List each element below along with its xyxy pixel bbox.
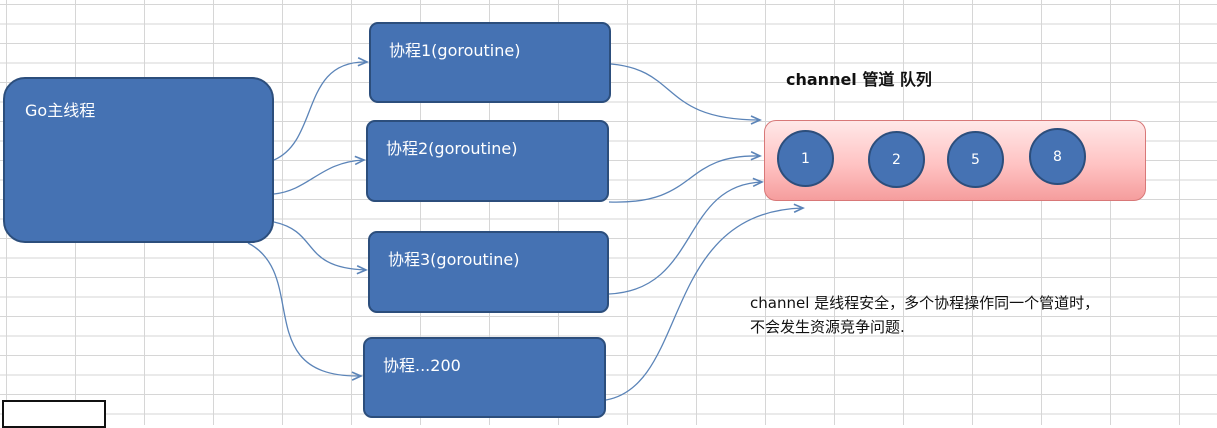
goroutine-box-3: 协程3(goroutine): [368, 231, 609, 313]
goroutine-box-1: 协程1(goroutine): [369, 22, 611, 103]
goroutine-box-200: 协程...200: [363, 337, 606, 418]
arrow-main-to-g4: [247, 242, 363, 381]
arrow-main-to-g2: [273, 155, 366, 195]
queue-item-3: 5: [947, 131, 1004, 188]
channel-queue-title: channel 管道 队列: [786, 70, 932, 89]
queue-item-1: 1: [777, 130, 834, 187]
goroutine-label: 协程1(goroutine): [389, 41, 521, 60]
arrow-main-to-g3: [273, 221, 368, 275]
arrow-main-to-g1: [273, 57, 369, 161]
note-line-1: channel 是线程安全，多个协程操作同一个管道时，: [750, 294, 1100, 312]
arrow-g2-to-channel: [608, 151, 762, 203]
thread-safety-note: channel 是线程安全，多个协程操作同一个管道时， 不会发生资源竞争问题.: [750, 291, 1099, 339]
goroutine-label: 协程...200: [383, 356, 461, 375]
arrow-g1-to-channel: [610, 63, 762, 125]
selected-cell-outline: [2, 400, 106, 428]
note-line-2: 不会发生资源竞争问题.: [750, 318, 905, 336]
queue-item-4: 8: [1029, 128, 1086, 185]
goroutine-label: 协程2(goroutine): [386, 139, 518, 158]
main-thread-label: Go主线程: [25, 101, 96, 120]
main-thread-box: Go主线程: [3, 77, 274, 243]
goroutine-label: 协程3(goroutine): [388, 250, 520, 269]
queue-item-2: 2: [868, 131, 925, 188]
goroutine-box-2: 协程2(goroutine): [366, 120, 609, 202]
arrow-g3-to-channel: [608, 177, 764, 295]
